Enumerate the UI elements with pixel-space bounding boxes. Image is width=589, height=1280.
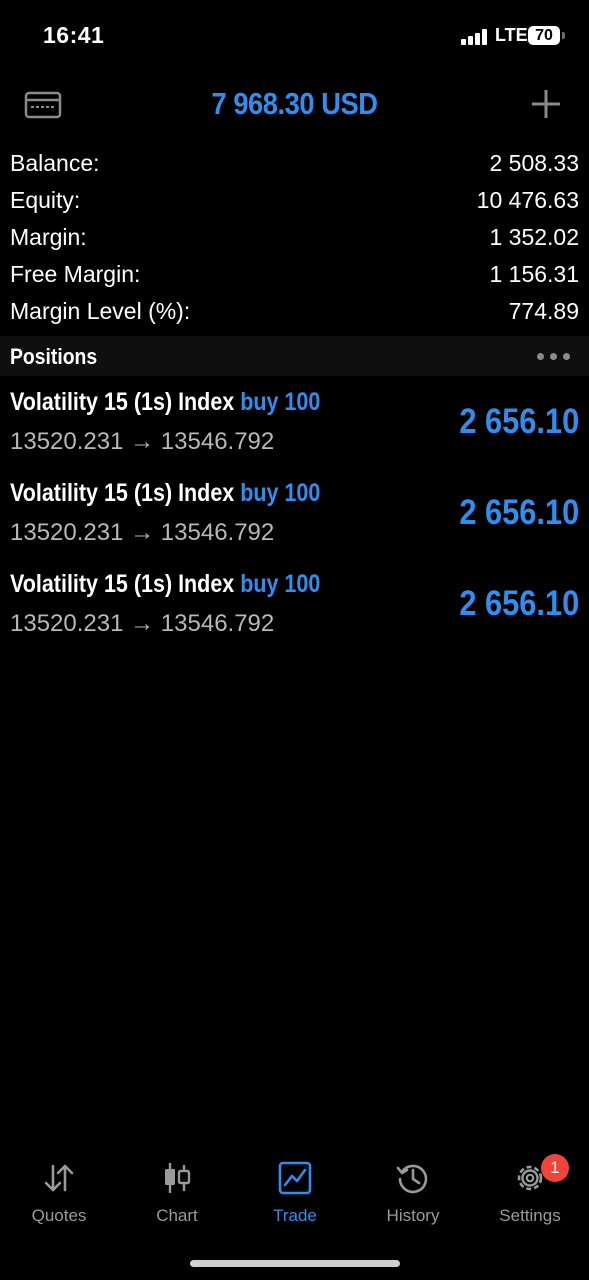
status-time: 16:41 [43,22,105,48]
cellular-signal-icon [461,29,489,45]
position-row[interactable]: Volatility 15 (1s) Index buy 100 13520.2… [0,475,589,566]
positions-title: Positions [10,344,98,369]
arrow-right-icon: → [130,610,155,637]
position-row[interactable]: Volatility 15 (1s) Index buy 100 13520.2… [0,566,589,657]
more-dots-icon[interactable] [537,353,571,361]
header: 7 968.30 USD [0,72,589,136]
current-price: 13546.792 [160,610,275,637]
position-profit: 2 656.10 [459,584,579,623]
summary-label: Balance: [10,150,100,176]
open-price: 13520.231 [10,610,124,637]
position-symbol: Volatility 15 (1s) Index [10,479,235,507]
battery-level: 70 [535,27,553,44]
summary-row-margin-level: Margin Level (%): 774.89 [0,292,589,329]
summary-label: Margin: [10,224,87,250]
open-price: 13520.231 [10,519,124,546]
positions-list: Volatility 15 (1s) Index buy 100 13520.2… [0,384,589,657]
position-symbol: Volatility 15 (1s) Index [10,388,235,416]
summary-row-margin: Margin: 1 352.02 [0,218,589,255]
position-type: buy 100 [240,570,321,598]
tab-quotes[interactable]: Quotes [0,1150,118,1240]
summary-value: 1 156.31 [489,261,579,287]
battery-tip [562,32,565,39]
tab-trade[interactable]: Trade [236,1150,354,1240]
open-price: 13520.231 [10,428,124,455]
tab-label: Settings [499,1206,561,1225]
summary-label: Margin Level (%): [10,298,191,324]
tab-label: Chart [156,1206,198,1225]
positions-header: Positions [0,336,589,376]
equity-title: 7 968.30 USD [211,86,378,121]
position-type: buy 100 [240,388,321,416]
arrow-right-icon: → [130,428,155,455]
trade-line-chart-icon [278,1161,312,1195]
position-type: buy 100 [240,479,321,507]
position-title: Volatility 15 (1s) Index buy 100 [10,388,320,417]
current-price: 13546.792 [160,519,275,546]
settings-notification-badge: 1 [541,1154,569,1182]
tab-bar: Quotes Chart Trade History Settings [0,1150,589,1240]
summary-value: 2 508.33 [489,150,579,176]
position-prices: 13520.231 → 13546.792 [10,519,274,547]
history-clock-icon [396,1164,428,1194]
summary-row-free-margin: Free Margin: 1 156.31 [0,255,589,292]
position-row[interactable]: Volatility 15 (1s) Index buy 100 13520.2… [0,384,589,475]
summary-value: 10 476.63 [476,187,579,213]
position-prices: 13520.231 → 13546.792 [10,610,274,638]
current-price: 13546.792 [160,428,275,455]
tab-chart[interactable]: Chart [118,1150,236,1240]
tab-settings[interactable]: Settings [471,1150,589,1240]
tab-label: Quotes [31,1206,87,1225]
tab-label: History [386,1206,440,1225]
quotes-arrows-icon [44,1164,74,1192]
account-summary: Balance: 2 508.33 Equity: 10 476.63 Marg… [0,144,589,329]
tab-label: Trade [273,1206,317,1225]
summary-label: Free Margin: [10,261,141,287]
arrow-right-icon: → [130,519,155,546]
position-symbol: Volatility 15 (1s) Index [10,570,235,598]
status-bar: 16:41 LTE 70 [0,0,589,72]
position-profit: 2 656.10 [459,402,579,441]
plus-icon[interactable] [530,88,562,120]
tab-history[interactable]: History [354,1150,472,1240]
battery-icon: 70 [528,26,560,45]
position-title: Volatility 15 (1s) Index buy 100 [10,570,320,599]
position-prices: 13520.231 → 13546.792 [10,428,274,456]
summary-label: Equity: [10,187,81,213]
network-type: LTE [495,25,528,45]
summary-row-balance: Balance: 2 508.33 [0,144,589,181]
position-title: Volatility 15 (1s) Index buy 100 [10,479,320,508]
position-profit: 2 656.10 [459,493,579,532]
home-indicator [190,1260,400,1267]
summary-row-equity: Equity: 10 476.63 [0,181,589,218]
summary-value: 774.89 [508,298,579,324]
summary-value: 1 352.02 [489,224,579,250]
candlestick-chart-icon [165,1163,191,1193]
